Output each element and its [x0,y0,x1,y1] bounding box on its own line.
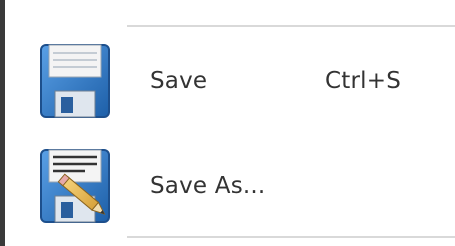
menu-separator-bottom [127,236,455,238]
menu-item-save-as[interactable]: Save As... [5,140,455,230]
menu-item-save[interactable]: Save Ctrl+S [5,35,455,125]
floppy-disk-pencil-icon [40,149,110,223]
menu-item-label: Save As... [150,173,266,199]
menu-separator-top [127,25,455,27]
menu-item-shortcut: Ctrl+S [325,68,401,94]
menu-item-label: Save [150,68,208,94]
floppy-disk-icon [40,44,110,118]
file-save-menu: Save Ctrl+S Save As... [0,0,455,246]
